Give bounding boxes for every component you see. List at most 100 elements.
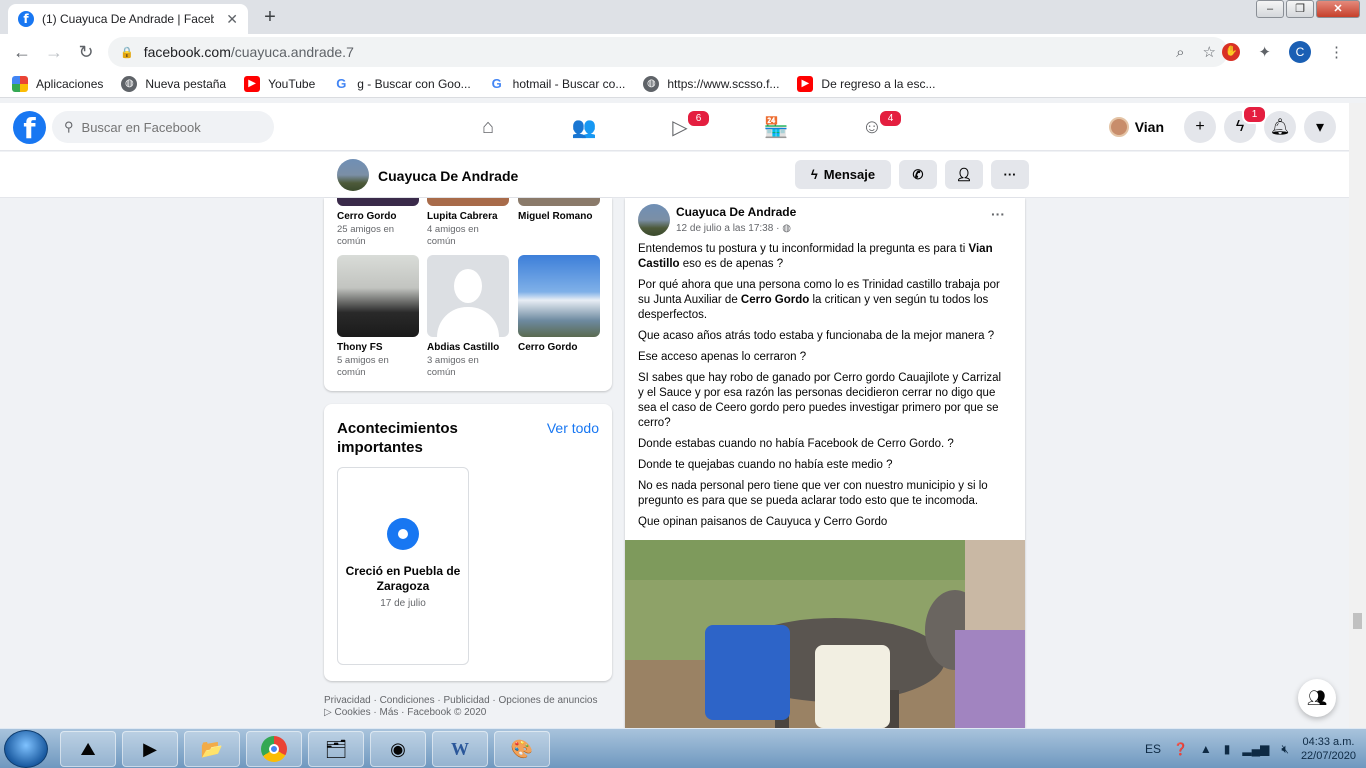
start-button[interactable]	[4, 730, 48, 768]
facebook-logo-icon[interactable]: f	[13, 111, 46, 145]
profile-avatar[interactable]: C	[1289, 41, 1311, 63]
call-button[interactable]: ✆	[899, 160, 937, 189]
explorer-app-icon[interactable]: 🗂	[308, 731, 364, 767]
friend-item[interactable]: Thony FS 5 amigos en común	[337, 255, 419, 379]
page-scrollbar[interactable]	[1349, 103, 1366, 728]
life-event-item[interactable]: Creció en Puebla de Zaragoza 17 de julio	[337, 467, 469, 665]
friend-photo	[427, 198, 509, 206]
video-app-icon[interactable]: ◉	[370, 731, 426, 767]
volume-muted-icon[interactable]: 🔇︎	[1281, 742, 1289, 757]
browser-toolbar: ← → ↻ 🔒 facebook.com/cuayuca.andrade.7 ⌕…	[0, 34, 1366, 70]
help-icon[interactable]: ❓	[1173, 742, 1188, 756]
minimize-button[interactable]: –	[1256, 0, 1284, 18]
scrollbar-thumb[interactable]	[1353, 613, 1362, 629]
bookmark-hotmail[interactable]: Ghotmail - Buscar co...	[489, 76, 626, 92]
friend-photo	[518, 255, 600, 337]
groups-nav-icon[interactable]: ☺ 4	[824, 103, 920, 151]
friends-nav-icon[interactable]: 👥	[536, 103, 632, 151]
hp-app-icon[interactable]: ⛰	[60, 731, 116, 767]
post-paragraph: SI sabes que hay robo de ganado por Cerr…	[638, 372, 1002, 429]
forward-icon[interactable]: →	[38, 42, 70, 63]
user-profile-chip[interactable]: Vian	[1108, 117, 1164, 137]
life-event-title: Creció en Puebla de Zaragoza	[345, 564, 461, 593]
windows-taskbar: ⛰ ▶ 📂 🗂 ◉ W 🎨 ES ❓ ▲ ▮ ▂▄▆ 🔇︎ 04:33 a.m.…	[0, 728, 1366, 768]
notifications-button[interactable]: 🔔︎	[1264, 111, 1296, 143]
messenger-button[interactable]: ϟ1	[1224, 105, 1267, 143]
bookmark-google-search[interactable]: Gg - Buscar con Goo...	[333, 76, 470, 92]
create-plus-button[interactable]: +	[1184, 111, 1216, 143]
bookmark-regreso[interactable]: ▶ De regreso a la esc...	[797, 75, 935, 92]
post-options-icon[interactable]: ···	[991, 206, 1005, 222]
friend-item[interactable]: Cerro Gordo	[518, 255, 600, 355]
profile-avatar[interactable]	[337, 159, 369, 191]
close-window-button[interactable]: ✕	[1316, 0, 1360, 18]
media-player-icon[interactable]: ▶	[122, 731, 178, 767]
post-photo[interactable]	[625, 540, 1025, 728]
extension-stop-icon[interactable]: ✋	[1222, 43, 1241, 61]
chrome-app-icon[interactable]	[246, 731, 302, 767]
footer-line-2[interactable]: Cookies · Más · Facebook © 2020	[334, 707, 486, 718]
tray-expand-icon[interactable]: ▲	[1200, 742, 1212, 756]
system-tray: ES ❓ ▲ ▮ ▂▄▆ 🔇︎ 04:33 a.m. 22/07/2020	[1145, 729, 1356, 768]
friends-card: Cerro Gordo 25 amigos en común Lupita Ca…	[324, 198, 612, 391]
user-avatar	[1108, 117, 1129, 137]
bookmark-youtube[interactable]: ▶ YouTube	[244, 75, 315, 92]
facebook-search[interactable]: ⚲	[52, 111, 274, 143]
url-text[interactable]: facebook.com/cuayuca.andrade.7	[144, 44, 354, 60]
see-all-link[interactable]: Ver todo	[547, 420, 599, 436]
language-indicator[interactable]: ES	[1145, 742, 1161, 756]
profile-name[interactable]: Cuayuca De Andrade	[378, 168, 518, 184]
friend-name[interactable]: Lupita Cabrera	[427, 211, 509, 222]
clock[interactable]: 04:33 a.m. 22/07/2020	[1301, 735, 1356, 763]
friend-item[interactable]: Miguel Romano	[518, 198, 600, 224]
marketplace-nav-icon[interactable]: 🏪	[728, 103, 824, 151]
back-icon[interactable]: ←	[6, 42, 38, 63]
network-icon[interactable]: ▂▄▆	[1242, 742, 1269, 756]
friend-item[interactable]: Cerro Gordo 25 amigos en común	[337, 198, 419, 248]
friend-name[interactable]: Abdias Castillo	[427, 342, 509, 353]
post-author-name[interactable]: Cuayuca De Andrade	[676, 205, 796, 219]
new-tab-button[interactable]: +	[258, 6, 282, 29]
friend-photo	[518, 198, 600, 206]
friend-item[interactable]: Lupita Cabrera 4 amigos en común	[427, 198, 509, 248]
extensions-puzzle-icon[interactable]: ✦	[1258, 43, 1271, 61]
search-input[interactable]	[81, 119, 252, 135]
friend-photo	[337, 198, 419, 206]
reload-icon[interactable]: ↻	[70, 42, 102, 63]
friend-item[interactable]: Abdias Castillo 3 amigos en común	[427, 255, 509, 379]
bookmark-apps[interactable]: Aplicaciones	[12, 75, 103, 92]
paint-app-icon[interactable]: 🎨	[494, 731, 550, 767]
message-button[interactable]: ϟ Mensaje	[795, 160, 891, 189]
watch-nav-icon[interactable]: ▷ 6	[632, 103, 728, 151]
browser-tab[interactable]: f (1) Cuayuca De Andrade | Facebook ✕	[8, 4, 248, 34]
more-options-button[interactable]: ···	[991, 160, 1029, 189]
new-chat-button[interactable]: 👥︎	[1298, 679, 1336, 717]
bookmark-label: g - Buscar con Goo...	[357, 76, 471, 91]
lock-icon[interactable]: 🔒	[120, 46, 134, 59]
friend-status-button[interactable]: 👤︎	[945, 160, 983, 189]
friend-name[interactable]: Cerro Gordo	[337, 211, 419, 222]
close-tab-icon[interactable]: ✕	[226, 11, 238, 28]
zoom-search-icon[interactable]: ⌕	[1176, 44, 1184, 61]
friend-name[interactable]: Thony FS	[337, 342, 419, 353]
post-paragraph: No es nada personal pero tiene que ver c…	[638, 480, 988, 507]
bookmark-new-tab[interactable]: ◍ Nueva pestaña	[121, 75, 226, 92]
maximize-button[interactable]: ❐	[1286, 0, 1314, 18]
post-author-avatar[interactable]	[638, 204, 670, 236]
friend-name[interactable]: Cerro Gordo	[518, 342, 600, 353]
chrome-menu-icon[interactable]: ⋮	[1329, 43, 1344, 61]
battery-icon[interactable]: ▮	[1224, 742, 1231, 756]
home-nav-icon[interactable]: ⌂	[440, 103, 536, 151]
footer-line-1[interactable]: Privacidad · Condiciones · Publicidad · …	[324, 695, 614, 707]
globe-icon: ◍	[782, 223, 791, 234]
caret-down-icon: ▾	[1315, 119, 1325, 136]
word-app-icon[interactable]: W	[432, 731, 488, 767]
address-bar[interactable]: 🔒 facebook.com/cuayuca.andrade.7 ⌕ ☆	[108, 37, 1228, 67]
mention-link[interactable]: Cerro Gordo	[741, 294, 809, 306]
account-menu-button[interactable]: ▾	[1304, 111, 1336, 143]
bookmark-star-icon[interactable]: ☆	[1203, 43, 1216, 61]
post-timestamp[interactable]: 12 de julio a las 17:38 · ◍	[676, 223, 791, 234]
friend-name[interactable]: Miguel Romano	[518, 211, 600, 222]
bookmark-scsso[interactable]: ◍ https://www.scsso.f...	[643, 75, 779, 92]
folder-app-icon[interactable]: 📂	[184, 731, 240, 767]
